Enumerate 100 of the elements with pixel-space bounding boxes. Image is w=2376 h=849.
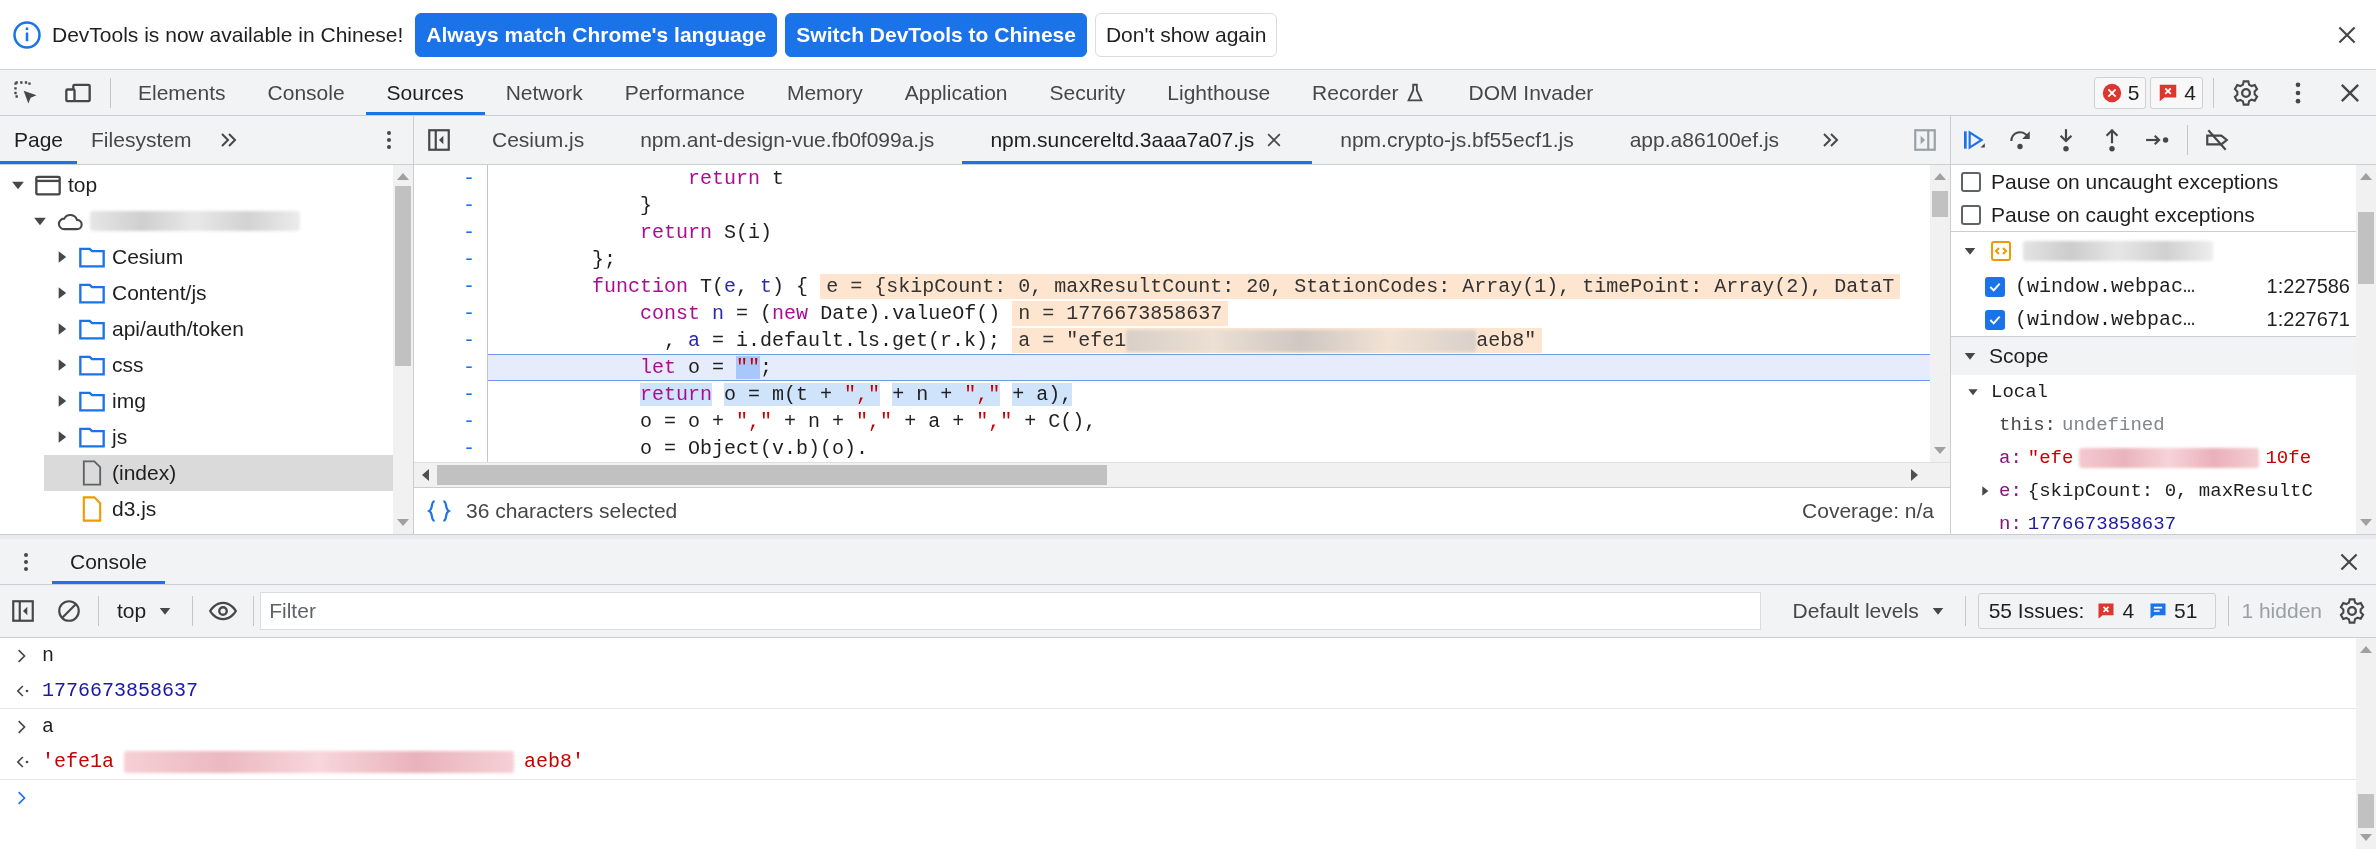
scrollbar[interactable] <box>2356 165 2376 534</box>
file-tab[interactable]: npm.ant-design-vue.fb0f099a.js <box>612 116 963 164</box>
tab-label: app.a86100ef.js <box>1629 128 1780 152</box>
checkbox[interactable] <box>1961 171 1981 192</box>
variable-value: 10fe <box>2265 446 2312 469</box>
variable-value: 1776673858637 <box>2027 512 2177 534</box>
scope-name: Local <box>1991 380 2048 403</box>
line-marker: - <box>462 247 476 273</box>
file-tab[interactable]: app.a86100ef.js <box>1601 116 1808 164</box>
code-line: return t <box>687 166 785 192</box>
panel-tab[interactable]: Memory <box>765 70 884 115</box>
code-line: return o = m(t + "," + n + "," + a), <box>639 382 1073 408</box>
error-counter[interactable]: 5 <box>2093 76 2147 109</box>
selection-status: 36 characters selected <box>466 499 678 523</box>
file-tab[interactable]: Cesium.js <box>464 116 613 164</box>
settings-icon[interactable] <box>2232 78 2260 107</box>
horizontal-scrollbar[interactable] <box>414 462 1950 487</box>
clear-console-icon[interactable] <box>56 598 82 624</box>
variable-name: n: <box>1999 512 2022 534</box>
issue-count: 4 <box>2184 80 2196 105</box>
breakpoint-location: 1:227586 <box>2266 275 2351 298</box>
tree-item[interactable]: top <box>0 167 393 203</box>
checkbox[interactable] <box>1961 204 1981 225</box>
issue-counter[interactable]: 4 <box>2150 76 2203 109</box>
message-count: 51 <box>2174 599 2198 623</box>
section-header[interactable]: Scope <box>1951 336 2356 375</box>
tab-label: npm.ant-design-vue.fb0f099a.js <box>640 128 935 152</box>
context-dropdown[interactable]: top <box>105 599 187 623</box>
panel-tab[interactable]: Application <box>883 70 1029 115</box>
code-line: function T(e, t) { <box>591 274 809 300</box>
levels-dropdown[interactable]: Default levels <box>1780 599 1959 623</box>
settings-icon[interactable] <box>2338 597 2366 625</box>
folder-name: css <box>112 353 144 377</box>
infobar-button[interactable]: Always match Chrome's language <box>415 12 778 57</box>
panel-tab[interactable]: Network <box>484 70 604 115</box>
scrollbar[interactable] <box>1930 165 1950 462</box>
code-line: let o = ""; <box>639 355 773 381</box>
panel-tab[interactable]: DOM Invader <box>1447 70 1615 115</box>
tree-item[interactable]: css <box>44 347 393 383</box>
result-text: 'efe1a <box>42 750 114 773</box>
code-line: const n = (new Date).valueOf() <box>639 301 1001 327</box>
tab-label: Lighthouse <box>1167 80 1271 105</box>
sidebar-toggle-icon[interactable] <box>426 127 452 153</box>
infobar-button[interactable]: Don't show again <box>1094 12 1278 57</box>
code-line: o = Object(v.b)(o). <box>639 436 869 462</box>
tree-item[interactable]: Content/js <box>44 275 393 311</box>
tree-item[interactable]: js <box>44 419 393 455</box>
tree-item[interactable]: Cesium <box>44 239 393 275</box>
item-name: d3.js <box>112 497 157 521</box>
checkbox-label: Pause on caught exceptions <box>1991 202 2255 227</box>
item-name: top <box>68 173 98 197</box>
line-marker: - <box>462 409 476 435</box>
result-text: aeb8' <box>524 750 585 773</box>
panel-tab[interactable]: Console <box>246 70 366 115</box>
inline-value: a = "efe1 aeb8" <box>1012 328 1543 353</box>
scrollbar[interactable] <box>2356 638 2376 849</box>
panel-tab[interactable]: Lighthouse <box>1146 70 1292 115</box>
navigator-tab[interactable]: Filesystem <box>77 116 206 164</box>
inline-value: e = {skipCount: 0, maxResultCount: 20, StationCodes: Array(1), timePoint: Array(2), DataT <box>820 274 1901 299</box>
breakpoint-location: 1:227671 <box>2266 308 2351 331</box>
panel-tab[interactable]: Elements <box>117 70 247 115</box>
tree-item[interactable]: api/auth/token <box>44 311 393 347</box>
panel-tab[interactable]: Recorder <box>1291 70 1448 115</box>
file-tab[interactable]: npm.suncereltd.3aaa7a07.js <box>962 116 1313 164</box>
pretty-print-icon[interactable] <box>426 498 452 524</box>
code-line: }; <box>591 247 617 273</box>
code-line: } <box>639 193 653 219</box>
issue-icon <box>2096 601 2117 621</box>
sidebar-toggle-icon[interactable] <box>1912 127 1938 153</box>
checkbox-label: Pause on uncaught exceptions <box>1991 169 2279 194</box>
breakpoint-code: (window.webpac… <box>2015 275 2196 298</box>
coverage-status: Coverage: n/a <box>1802 499 1934 523</box>
tab-label: npm.crypto-js.bf55ecf1.js <box>1340 128 1574 152</box>
navigator-tab[interactable]: Page <box>0 116 78 164</box>
source-file-icon <box>1989 239 2013 263</box>
folder-name: Content/js <box>112 281 207 305</box>
error-count: 5 <box>2127 80 2140 105</box>
folder-name: img <box>112 389 146 413</box>
panel-tab[interactable]: Performance <box>603 70 766 115</box>
section-title: Scope <box>1989 344 2049 368</box>
variable-name: this: <box>1999 413 2056 436</box>
panel-tab[interactable]: Security <box>1028 70 1147 115</box>
folder-name: api/auth/token <box>112 317 244 341</box>
variable-name: a: <box>1999 446 2022 469</box>
scrollbar[interactable] <box>393 165 413 534</box>
infobar-button[interactable]: Switch DevTools to Chinese <box>785 12 1087 57</box>
checkbox[interactable] <box>1985 276 2005 297</box>
deactivate-breakpoints-icon[interactable] <box>2204 127 2230 153</box>
tab-label: Elements <box>138 80 226 105</box>
tab-label: DOM Invader <box>1468 80 1594 105</box>
tree-item[interactable]: (index) <box>44 455 393 491</box>
tree-item[interactable]: img <box>44 383 393 419</box>
file-tab[interactable]: npm.crypto-js.bf55ecf1.js <box>1312 116 1602 164</box>
line-marker: - <box>462 382 476 408</box>
filter-field[interactable]: Filter <box>260 592 1761 630</box>
issues-button[interactable]: 55 Issues: 4 51 <box>1977 593 2217 629</box>
tab-label: Application <box>904 80 1008 105</box>
checkbox[interactable] <box>1985 309 2005 330</box>
tree-item[interactable]: d3.js <box>44 491 393 527</box>
sidebar-toggle-icon[interactable] <box>10 598 36 624</box>
